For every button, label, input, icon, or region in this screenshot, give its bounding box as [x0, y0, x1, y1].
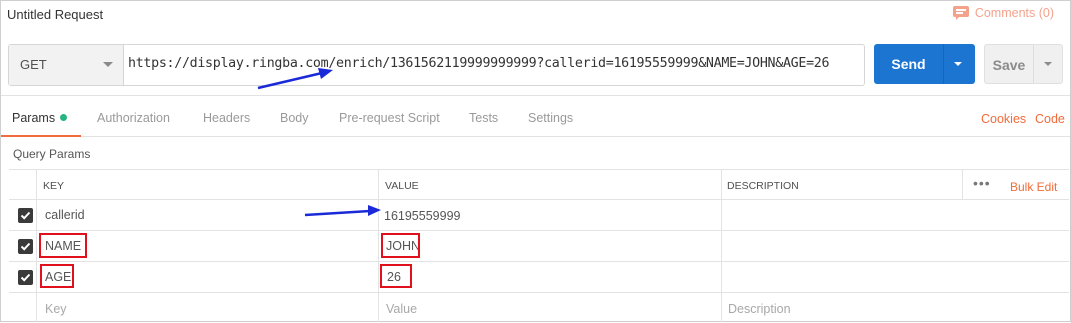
highlight-box	[40, 264, 74, 288]
request-tabs: Params Authorization Headers Body Pre-re…	[1, 95, 1070, 137]
send-divider	[943, 44, 944, 84]
highlight-box	[39, 233, 87, 258]
value-placeholder[interactable]: Value	[386, 302, 417, 316]
save-divider	[1033, 45, 1034, 83]
table-row: AGE 26	[9, 261, 1069, 293]
chevron-down-icon[interactable]	[1044, 62, 1052, 66]
highlight-box	[381, 233, 420, 258]
url-bar: GET https://display.ringba.com/enrich/13…	[8, 44, 865, 86]
description-column-header: DESCRIPTION	[727, 180, 799, 192]
checkmark-icon	[20, 242, 31, 251]
value-column-header: VALUE	[385, 180, 419, 192]
key-placeholder[interactable]: Key	[45, 302, 67, 316]
table-row: callerid 16195559999	[9, 199, 1069, 231]
request-panel: Untitled Request Comments (0) GET https:…	[0, 0, 1071, 322]
checkmark-icon	[20, 211, 31, 220]
save-button[interactable]: Save	[984, 44, 1063, 84]
query-params-table: KEY VALUE DESCRIPTION ••• Bulk Edit call…	[9, 169, 1069, 322]
tab-params[interactable]: Params	[12, 111, 68, 125]
row-checkbox[interactable]	[18, 208, 33, 223]
query-params-title: Query Params	[13, 147, 91, 161]
send-button[interactable]: Send	[874, 44, 975, 84]
tab-settings[interactable]: Settings	[528, 111, 573, 125]
table-header-row: KEY VALUE DESCRIPTION ••• Bulk Edit	[9, 169, 1069, 200]
description-placeholder[interactable]: Description	[728, 302, 791, 316]
row-checkbox[interactable]	[18, 239, 33, 254]
tab-pre-request-script[interactable]: Pre-request Script	[339, 111, 440, 125]
code-link[interactable]: Code	[1035, 112, 1065, 126]
active-tab-indicator	[1, 135, 81, 137]
comment-icon	[952, 6, 969, 20]
tab-params-label: Params	[12, 111, 56, 125]
more-options-icon[interactable]: •••	[973, 175, 991, 191]
highlight-box	[380, 264, 412, 288]
tab-tests[interactable]: Tests	[469, 111, 498, 125]
chevron-down-icon[interactable]	[954, 62, 962, 66]
method-select[interactable]: GET	[9, 45, 124, 85]
tab-authorization[interactable]: Authorization	[97, 111, 170, 125]
save-label: Save	[992, 57, 1026, 73]
comments-button[interactable]: Comments (0)	[952, 6, 1054, 20]
url-input[interactable]: https://display.ringba.com/enrich/136156…	[128, 56, 830, 71]
chevron-down-icon	[103, 62, 113, 67]
bulk-edit-link[interactable]: Bulk Edit	[1010, 180, 1057, 194]
checkmark-icon	[20, 273, 31, 282]
tab-headers[interactable]: Headers	[203, 111, 250, 125]
param-value[interactable]: 16195559999	[384, 209, 460, 223]
tab-body[interactable]: Body	[280, 111, 309, 125]
request-title[interactable]: Untitled Request	[7, 7, 103, 22]
column-divider	[962, 169, 963, 199]
row-checkbox[interactable]	[18, 270, 33, 285]
comments-label: Comments (0)	[974, 6, 1054, 20]
method-label: GET	[20, 57, 47, 72]
table-row-new: Key Value Description	[9, 292, 1069, 323]
param-key[interactable]: callerid	[45, 208, 85, 222]
key-column-header: KEY	[43, 180, 65, 192]
send-label: Send	[891, 56, 926, 72]
column-divider	[721, 169, 722, 322]
column-divider	[36, 169, 37, 322]
column-divider	[378, 169, 379, 322]
cookies-link[interactable]: Cookies	[981, 112, 1026, 126]
active-dot-icon	[60, 114, 68, 121]
table-row: NAME JOHN	[9, 230, 1069, 262]
